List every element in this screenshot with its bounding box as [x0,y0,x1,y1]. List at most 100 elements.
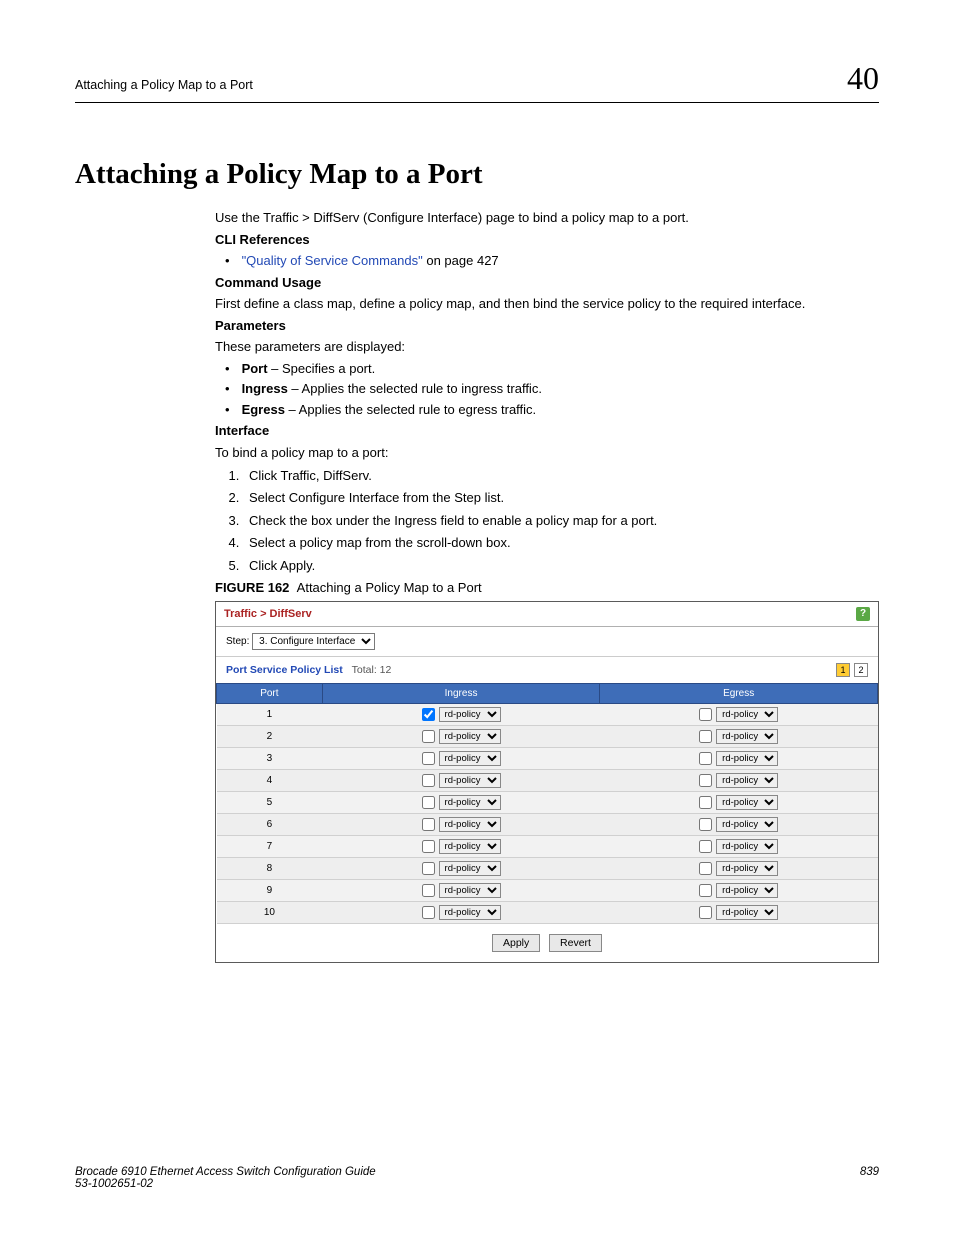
running-header-left: Attaching a Policy Map to a Port [75,78,253,92]
egress-cell: rd-policy [600,791,878,813]
table-row: 2 rd-policy rd-policy [217,725,878,747]
egress-checkbox[interactable] [699,774,712,787]
list-title: Port Service Policy List [226,664,343,676]
ingress-checkbox[interactable] [422,862,435,875]
figure-label: FIGURE 162 [215,580,289,595]
ingress-checkbox[interactable] [422,906,435,919]
egress-cell: rd-policy [600,901,878,923]
ingress-policy-select[interactable]: rd-policy [439,751,501,766]
ingress-checkbox[interactable] [422,774,435,787]
egress-checkbox[interactable] [699,818,712,831]
step-5: Click Apply. [243,557,879,575]
list-total: Total: 12 [352,664,392,676]
egress-policy-select[interactable]: rd-policy [716,817,778,832]
egress-policy-select[interactable]: rd-policy [716,861,778,876]
port-cell: 6 [217,813,323,835]
egress-policy-select[interactable]: rd-policy [716,839,778,854]
egress-policy-select[interactable]: rd-policy [716,707,778,722]
revert-button[interactable]: Revert [549,934,602,952]
step-3: Check the box under the Ingress field to… [243,512,879,530]
egress-policy-select[interactable]: rd-policy [716,795,778,810]
figure-caption: FIGURE 162 Attaching a Policy Map to a P… [215,579,879,597]
port-cell: 7 [217,835,323,857]
figure-caption-text: Attaching a Policy Map to a Port [297,580,482,595]
param-ingress-name: Ingress [242,381,288,396]
ingress-checkbox[interactable] [422,840,435,853]
pager-page-2[interactable]: 2 [854,663,868,677]
ingress-cell: rd-policy [322,791,600,813]
ingress-policy-select[interactable]: rd-policy [439,773,501,788]
egress-checkbox[interactable] [699,862,712,875]
cli-ref-suffix: on page 427 [423,253,499,268]
chapter-number: 40 [847,60,879,97]
param-egress-desc: – Applies the selected rule to egress tr… [285,402,536,417]
step-4: Select a policy map from the scroll-down… [243,534,879,552]
port-cell: 9 [217,879,323,901]
col-port: Port [217,683,323,703]
egress-checkbox[interactable] [699,906,712,919]
ingress-checkbox[interactable] [422,818,435,831]
ingress-policy-select[interactable]: rd-policy [439,883,501,898]
port-cell: 8 [217,857,323,879]
ingress-policy-select[interactable]: rd-policy [439,905,501,920]
egress-checkbox[interactable] [699,708,712,721]
ingress-checkbox[interactable] [422,796,435,809]
egress-checkbox[interactable] [699,796,712,809]
ingress-cell: rd-policy [322,901,600,923]
egress-checkbox[interactable] [699,752,712,765]
egress-policy-select[interactable]: rd-policy [716,883,778,898]
col-ingress: Ingress [322,683,600,703]
port-cell: 2 [217,725,323,747]
egress-checkbox[interactable] [699,840,712,853]
egress-cell: rd-policy [600,703,878,725]
step-1: Click Traffic, DiffServ. [243,467,879,485]
step-label: Step: [226,636,249,647]
param-egress-name: Egress [242,402,285,417]
interface-intro: To bind a policy map to a port: [215,444,879,462]
ingress-checkbox[interactable] [422,708,435,721]
footer-title: Brocade 6910 Ethernet Access Switch Conf… [75,1166,376,1178]
ingress-cell: rd-policy [322,857,600,879]
parameters-intro: These parameters are displayed: [215,338,879,356]
apply-button[interactable]: Apply [492,934,540,952]
param-egress: Egress – Applies the selected rule to eg… [225,401,879,419]
egress-policy-select[interactable]: rd-policy [716,729,778,744]
table-row: 4rd-policyrd-policy [217,769,878,791]
param-port-name: Port [242,361,268,376]
egress-policy-select[interactable]: rd-policy [716,773,778,788]
ingress-policy-select[interactable]: rd-policy [439,839,501,854]
ingress-checkbox[interactable] [422,884,435,897]
ingress-checkbox[interactable] [422,752,435,765]
footer-docnum: 53-1002651-02 [75,1178,376,1190]
egress-checkbox[interactable] [699,730,712,743]
egress-cell: rd-policy [600,747,878,769]
ingress-cell: rd-policy [322,769,600,791]
figure-screenshot: Traffic > DiffServ ? Step: 3. Configure … [215,601,879,963]
qos-commands-link[interactable]: "Quality of Service Commands" [242,253,423,268]
ingress-policy-select[interactable]: rd-policy [439,795,501,810]
help-icon[interactable]: ? [856,607,870,621]
ingress-cell: rd-policy [322,747,600,769]
egress-cell: rd-policy [600,725,878,747]
ingress-policy-select[interactable]: rd-policy [439,861,501,876]
pager-page-1[interactable]: 1 [836,663,850,677]
ingress-checkbox[interactable] [422,730,435,743]
param-port: Port – Specifies a port. [225,360,879,378]
egress-policy-select[interactable]: rd-policy [716,751,778,766]
ingress-cell: rd-policy [322,703,600,725]
egress-cell: rd-policy [600,835,878,857]
egress-cell: rd-policy [600,879,878,901]
ingress-cell: rd-policy [322,813,600,835]
param-ingress-desc: – Applies the selected rule to ingress t… [288,381,542,396]
page-title: Attaching a Policy Map to a Port [75,158,879,191]
ingress-policy-select[interactable]: rd-policy [439,729,501,744]
footer-page: 839 [860,1166,879,1190]
step-2: Select Configure Interface from the Step… [243,489,879,507]
intro-text: Use the Traffic > DiffServ (Configure In… [215,209,879,227]
ingress-policy-select[interactable]: rd-policy [439,817,501,832]
ingress-policy-select[interactable]: rd-policy [439,707,501,722]
step-select[interactable]: 3. Configure Interface [252,633,375,650]
egress-policy-select[interactable]: rd-policy [716,905,778,920]
egress-checkbox[interactable] [699,884,712,897]
breadcrumb: Traffic > DiffServ [224,608,312,620]
